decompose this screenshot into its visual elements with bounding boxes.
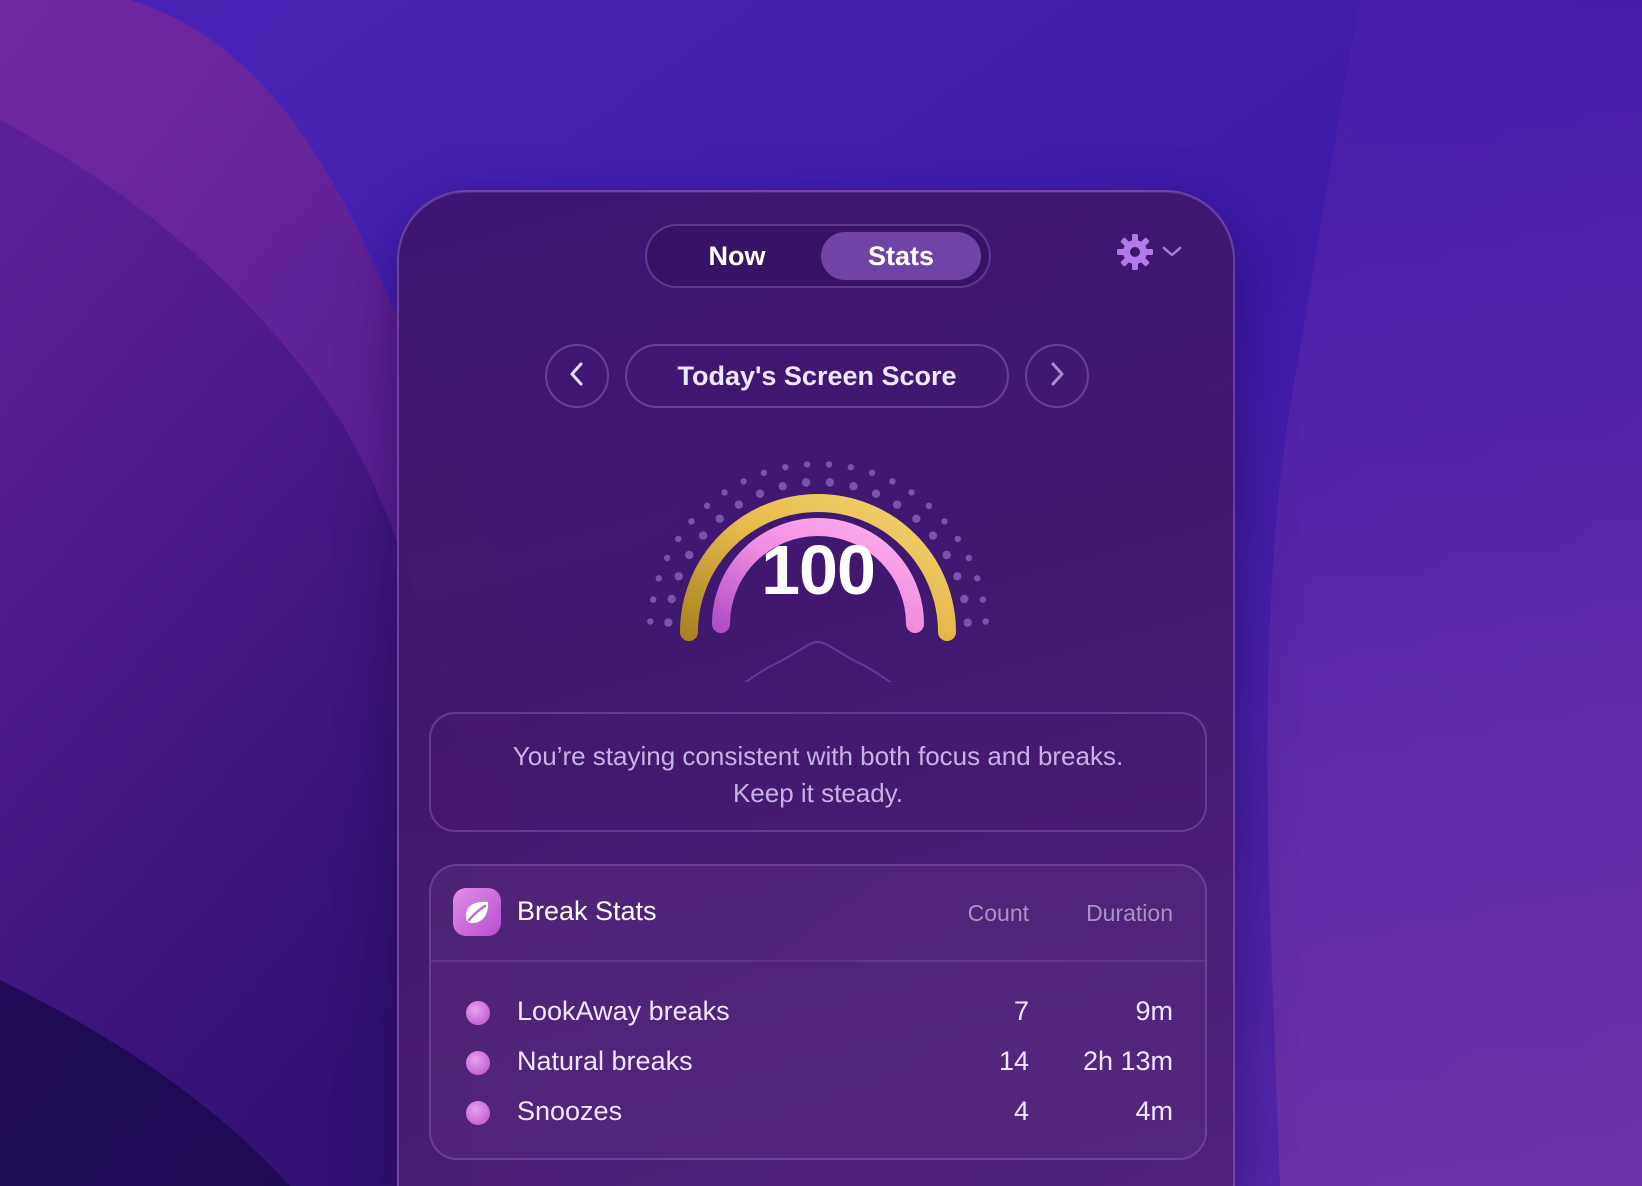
view-tab-switcher: Now Stats — [645, 224, 991, 288]
gauge-dot — [871, 489, 881, 498]
gauge-dot — [715, 514, 724, 523]
gauge-dot — [979, 596, 986, 603]
table-row: Natural breaks 14 2h 13m — [431, 1038, 1205, 1088]
previous-score-button[interactable] — [545, 344, 609, 408]
app-panel: Now Stats Today's Screen Score 100 You’r… — [397, 190, 1235, 1186]
gauge-dot — [849, 482, 858, 491]
gauge-dot — [734, 500, 744, 509]
gauge-dot — [889, 478, 896, 485]
gauge-dot — [698, 531, 708, 540]
gauge-dot — [647, 618, 654, 625]
gauge-dot — [688, 518, 695, 525]
settings-menu-button[interactable] — [1115, 232, 1205, 276]
column-header-count: Count — [967, 900, 1029, 926]
table-row: Snoozes 4 4m — [431, 1088, 1205, 1138]
gauge-dot — [960, 594, 969, 604]
gauge-dot — [965, 554, 972, 562]
gauge-dot — [667, 594, 676, 604]
chevron-left-icon — [566, 360, 588, 393]
gauge-dot — [928, 531, 938, 540]
table-row: LookAway breaks 7 9m — [431, 988, 1205, 1038]
row-count: 7 — [1013, 996, 1029, 1026]
gauge-dot — [740, 478, 747, 485]
gauge-dot — [954, 535, 961, 543]
row-dot — [466, 1051, 490, 1075]
gauge-dot — [760, 469, 768, 477]
leaf-icon — [453, 888, 501, 936]
gauge-dot — [685, 550, 694, 560]
gauge-dot — [908, 489, 915, 496]
tab-now[interactable]: Now — [667, 232, 807, 280]
gauge-dot — [892, 500, 902, 509]
row-label: LookAway breaks — [517, 996, 730, 1026]
row-label: Snoozes — [517, 1096, 623, 1126]
chevron-down-icon — [1161, 245, 1183, 264]
gauge-dot — [825, 461, 833, 468]
gauge-dot — [782, 464, 789, 471]
row-label: Natural breaks — [517, 1046, 693, 1076]
break-stats-rows: LookAway breaks 7 9m Natural breaks 14 2… — [431, 988, 1205, 1138]
gauge-dot — [664, 554, 671, 562]
gauge-dot — [953, 572, 962, 581]
gauge-dot — [925, 502, 933, 509]
gauge-base-notch — [638, 640, 998, 713]
gauge-dot — [674, 572, 683, 581]
gauge-dot — [755, 489, 765, 498]
gauge-dot — [847, 464, 854, 471]
break-stats-header: Break Stats Count Duration — [431, 866, 1205, 962]
gauge-dot — [912, 514, 921, 523]
row-dot — [466, 1001, 490, 1025]
gauge-dot — [825, 478, 835, 487]
break-stats-card: Break Stats Count Duration LookAway brea… — [429, 864, 1207, 1160]
row-count: 14 — [998, 1046, 1029, 1076]
gauge-dot — [803, 461, 811, 468]
gauge-dot — [703, 502, 711, 509]
gauge-dot — [963, 618, 972, 627]
next-score-button[interactable] — [1025, 344, 1089, 408]
row-duration: 2h 13m — [1082, 1046, 1173, 1076]
screen-score-value: 100 — [761, 531, 876, 609]
row-dot — [466, 1101, 490, 1125]
gauge-dot — [675, 535, 682, 543]
score-message: You’re staying consistent with both focu… — [429, 712, 1207, 832]
gauge-dot — [664, 618, 673, 627]
gauge-dot — [650, 596, 657, 603]
tab-stats[interactable]: Stats — [821, 232, 981, 280]
gauge-dot — [868, 469, 876, 477]
gauge-dot — [941, 518, 948, 525]
gauge-dot — [778, 482, 787, 491]
gauge-dot — [982, 618, 989, 625]
gauge-dot — [942, 550, 951, 560]
chevron-right-icon — [1046, 360, 1068, 393]
gauge-dot — [655, 575, 662, 582]
row-duration: 9m — [1135, 996, 1173, 1026]
row-duration: 4m — [1135, 1096, 1173, 1126]
break-stats-title: Break Stats — [517, 896, 657, 926]
column-header-duration: Duration — [1086, 900, 1173, 926]
gear-icon — [1115, 232, 1155, 277]
score-period-title: Today's Screen Score — [625, 344, 1009, 408]
gauge-dot — [801, 478, 811, 487]
gauge-dot — [974, 575, 981, 582]
gauge-dot — [721, 489, 728, 496]
row-count: 4 — [1013, 1096, 1029, 1126]
